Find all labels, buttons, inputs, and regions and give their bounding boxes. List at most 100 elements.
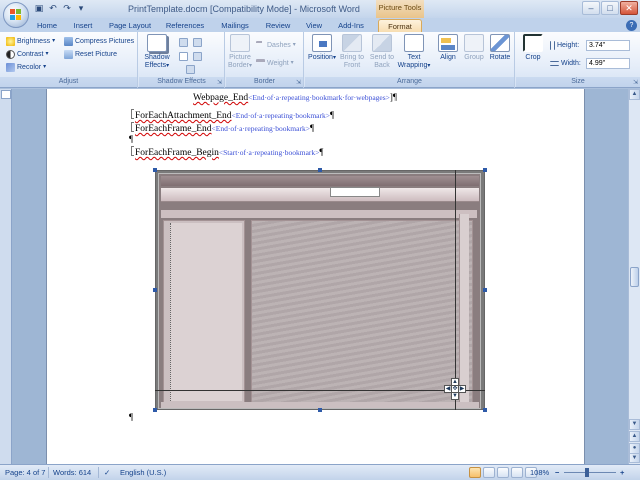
contrast-button[interactable]: Contrast ▾ (6, 49, 48, 60)
picture-guide-vertical (455, 170, 456, 410)
picture-header-strip (161, 210, 477, 218)
nudge-right-icon (193, 38, 202, 47)
tab-home[interactable]: Home (34, 19, 60, 32)
toggle-shadow-button[interactable] (179, 51, 188, 62)
zoom-slider-thumb[interactable] (585, 468, 589, 477)
nudge-down-icon (186, 65, 195, 74)
page-count[interactable]: Page: 4 of 7 (5, 468, 45, 477)
empty-paragraph[interactable]: ¶ (129, 134, 133, 145)
minimize-button[interactable]: – (582, 1, 600, 15)
rotate-icon (490, 34, 510, 52)
size-dialog-launcher-icon[interactable]: ⇲ (633, 80, 639, 86)
resize-handle-right[interactable] (483, 288, 487, 292)
scroll-up-icon[interactable]: ▲ (629, 89, 640, 100)
group-icon (464, 34, 484, 52)
tab-insert[interactable]: Insert (68, 19, 98, 32)
shadow-effects-icon (147, 34, 167, 52)
resize-handle-bottom-left[interactable] (153, 408, 157, 412)
line-foreachattachment-end[interactable]: ForEachAttachment_End<End·of·a·repeating… (131, 109, 334, 121)
height-input[interactable]: 3.74" (586, 40, 630, 51)
bring-to-front-button[interactable]: Bring to Front (337, 34, 367, 70)
reset-picture-button[interactable]: Reset Picture (64, 49, 117, 60)
web-layout-view-button[interactable] (497, 467, 509, 478)
brightness-button[interactable]: Brightness ▾ (6, 36, 55, 47)
line-foreachframe-begin[interactable]: ForEachFrame_Begin<Start·of·a·repeating·… (131, 146, 324, 158)
resize-handle-top[interactable] (318, 168, 322, 172)
tab-view[interactable]: View (302, 19, 326, 32)
field-webpage-end: Webpage_End (193, 93, 249, 103)
shadow-dialog-launcher-icon[interactable]: ⇲ (217, 80, 223, 86)
ribbon: Brightness ▾ Contrast ▾ Recolor ▾ Compress … (0, 32, 640, 88)
zoom-in-icon[interactable]: + (620, 468, 624, 477)
outline-view-button[interactable] (511, 467, 523, 478)
dashes-button[interactable]: Dashes ▾ (256, 40, 296, 51)
tab-review[interactable]: Review (262, 19, 294, 32)
reset-picture-icon (64, 50, 73, 59)
resize-handle-top-left[interactable] (153, 168, 157, 172)
line-foreachframe-end[interactable]: ForEachFrame_End<End·of·a·repeating·book… (131, 122, 314, 134)
nudge-shadow-up-button[interactable] (179, 37, 188, 48)
zoom-slider[interactable] (564, 472, 616, 473)
nudge-shadow-left-button[interactable] (193, 51, 202, 62)
next-page-icon[interactable]: ▼ (629, 453, 640, 463)
status-bar: Page: 4 of 7 Words: 614 ✓ English (U.S.)… (0, 464, 640, 480)
customize-icon[interactable]: ▾ (75, 2, 87, 14)
tab-format[interactable]: Format (378, 19, 422, 32)
embedded-screenshot-picture[interactable] (155, 170, 485, 410)
tab-page-layout[interactable]: Page Layout (106, 19, 154, 32)
scrollbar-thumb[interactable] (630, 267, 639, 287)
weight-button[interactable]: Weight ▾ (256, 58, 294, 69)
tab-add-ins[interactable]: Add-Ins (334, 19, 368, 32)
compress-pictures-button[interactable]: Compress Pictures (64, 36, 134, 47)
position-button[interactable]: Position▾ (307, 34, 337, 62)
width-input[interactable]: 4.99" (586, 58, 630, 69)
resize-handle-top-right[interactable] (483, 168, 487, 172)
group-label-arrange: Arrange (305, 77, 514, 87)
tab-references[interactable]: References (162, 19, 208, 32)
nudge-shadow-right-button[interactable] (193, 37, 202, 48)
word-count[interactable]: Words: 614 (53, 468, 91, 477)
language-indicator[interactable]: English (U.S.) (120, 468, 166, 477)
crop-button[interactable]: Crop (518, 34, 548, 62)
maximize-button[interactable]: □ (601, 1, 619, 15)
picture-left-pane (163, 220, 245, 406)
group-button[interactable]: Group (461, 34, 487, 62)
redo-icon[interactable]: ↷ (61, 2, 73, 14)
send-to-back-icon (372, 34, 392, 52)
zoom-out-icon[interactable]: − (555, 468, 559, 477)
vertical-scrollbar[interactable]: ▲ ▼ ▲ ● ▼ (628, 89, 640, 464)
line-webpage-end[interactable]: Webpage_End<End·of·a·repeating·bookmark·… (193, 92, 397, 103)
tab-mailings[interactable]: Mailings (216, 19, 254, 32)
zoom-level[interactable]: 108% (530, 468, 549, 477)
scroll-down-icon[interactable]: ▼ (629, 419, 640, 430)
close-button[interactable]: ✕ (620, 1, 638, 15)
picture-border-icon (230, 34, 250, 52)
move-handle-icon[interactable]: ▲ ◀ ✥ ▶ ▼ (444, 378, 466, 400)
recolor-button[interactable]: Recolor ▾ (6, 62, 46, 73)
resize-handle-bottom-right[interactable] (483, 408, 487, 412)
save-icon[interactable]: ▣ (33, 2, 45, 14)
undo-icon[interactable]: ↶ (47, 2, 59, 14)
office-button[interactable] (3, 2, 29, 28)
print-layout-view-button[interactable] (469, 467, 481, 478)
resize-handle-bottom[interactable] (318, 408, 322, 412)
picture-border-button[interactable]: Picture Border▾ (226, 34, 254, 70)
send-to-back-button[interactable]: Send to Back (367, 34, 397, 70)
quick-access-toolbar: ▣ ↶ ↷ ▾ (33, 2, 87, 14)
proofing-icon[interactable]: ✓ (104, 468, 110, 477)
text-wrapping-button[interactable]: Text Wrapping▾ (397, 34, 431, 70)
align-button[interactable]: Align (435, 34, 461, 62)
full-screen-reading-view-button[interactable] (483, 467, 495, 478)
group-label-adjust: Adjust (0, 77, 137, 87)
nudge-shadow-down-button[interactable] (186, 64, 195, 75)
border-dialog-launcher-icon[interactable]: ⇲ (296, 80, 302, 86)
resize-handle-left[interactable] (153, 288, 157, 292)
help-icon[interactable]: ? (626, 20, 637, 31)
previous-page-icon[interactable]: ▲ (629, 431, 640, 442)
ruler-toggle-icon[interactable] (1, 90, 11, 99)
group-adjust: Brightness ▾ Contrast ▾ Recolor ▾ Compress … (0, 32, 138, 88)
rotate-button[interactable]: Rotate (487, 34, 513, 62)
empty-paragraph-after-picture[interactable]: ¶ (129, 412, 133, 423)
nudge-up-icon (179, 38, 188, 47)
shadow-effects-button[interactable]: Shadow Effects▾ (141, 34, 173, 70)
